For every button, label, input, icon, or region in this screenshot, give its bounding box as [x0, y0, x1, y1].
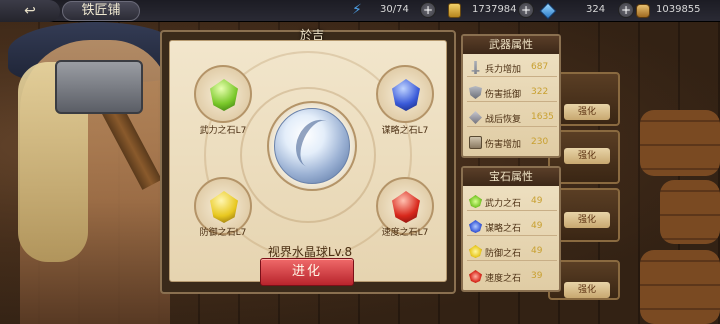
gem-resource: 324 +: [539, 2, 636, 20]
orb-swirl: [288, 112, 346, 176]
crystal-orb-icon: [274, 108, 350, 184]
book-icon: [469, 136, 482, 149]
back-button[interactable]: ↩: [0, 0, 60, 22]
gem-slot-strategy[interactable]: [376, 65, 434, 123]
gem-slot-label: 谋略之石L7: [381, 126, 429, 136]
add-energy-button[interactable]: +: [420, 2, 436, 18]
attribute-label: 战后恢复: [485, 115, 522, 125]
barrel: [660, 180, 720, 244]
red-gem-icon: [392, 191, 420, 223]
upgrade-button[interactable]: 强化: [564, 104, 610, 120]
panel-title: 宝石属性: [463, 168, 559, 186]
attribute-value: 49: [531, 246, 543, 256]
weapon-attributes-panel: 武器属性 兵力增加 687 伤害抵御 322 战后恢复 1635 伤害增加 23…: [461, 34, 561, 158]
gold-resource: 1737984 +: [448, 2, 538, 20]
barrel: [640, 110, 720, 176]
sword-icon: [471, 61, 480, 74]
dialog-body: 武力之石L7 谋略之石L7 防御之石L7 速度之石L7 视界水晶球Lv.8: [169, 40, 447, 282]
attribute-value: 49: [531, 196, 543, 206]
attribute-value: 230: [531, 137, 549, 147]
upgrade-button[interactable]: 强化: [564, 148, 610, 164]
attribute-value: 687: [531, 62, 549, 72]
attribute-label: 速度之石: [485, 274, 522, 284]
gem-slot-label: 速度之石L7: [381, 228, 429, 238]
hammer-head: [55, 60, 143, 114]
panel-title: 武器属性: [463, 36, 559, 54]
attribute-row: 速度之石 39: [467, 267, 557, 286]
attribute-row: 兵力增加 687: [467, 58, 557, 77]
crystal-orb-frame: [267, 101, 357, 191]
attribute-row: 伤害抵御 322: [467, 83, 557, 102]
attribute-label: 谋略之石: [485, 224, 522, 234]
diamond-icon: [539, 2, 557, 20]
yellow-gem-icon: [210, 191, 238, 223]
attribute-value: 322: [531, 87, 549, 97]
attribute-row: 战后恢复 1635: [467, 108, 557, 127]
attribute-label: 伤害抵御: [485, 90, 522, 100]
gold-value: 1737984: [472, 4, 517, 15]
item-value: 1039855: [656, 4, 701, 15]
attribute-value: 1635: [531, 112, 554, 122]
add-gem-button[interactable]: +: [618, 2, 634, 18]
coin-icon: [448, 3, 461, 18]
add-gold-button[interactable]: +: [518, 2, 534, 18]
attribute-row: 防御之石 49: [467, 242, 557, 261]
bag-icon: [636, 4, 650, 18]
energy-resource: ⚡ 30/74 +: [352, 2, 442, 20]
page-title: 铁匠铺: [62, 1, 140, 21]
blue-gem-icon: [469, 220, 482, 233]
attribute-label: 伤害增加: [485, 140, 522, 150]
barrel: [640, 250, 720, 324]
heal-icon: [469, 111, 482, 124]
attribute-row: 谋略之石 49: [467, 217, 557, 236]
red-gem-icon: [469, 270, 482, 283]
gem-slot-force[interactable]: [194, 65, 252, 123]
gem-dialog: 於吉 武力之石L7 谋略之石L7 防御之石L7 速度之石L7 视界水晶球Lv.8…: [160, 28, 456, 294]
green-gem-icon: [210, 79, 238, 111]
attribute-label: 兵力增加: [485, 65, 522, 75]
lightning-icon: ⚡: [352, 2, 362, 18]
top-bar: ↩ 铁匠铺 ⚡ 30/74 + 1737984 + 324 + 1039855: [0, 0, 720, 22]
energy-value: 30/74: [380, 4, 409, 15]
shield-icon: [469, 86, 482, 99]
green-gem-icon: [469, 195, 482, 208]
yellow-gem-icon: [469, 245, 482, 258]
attribute-row: 武力之石 49: [467, 192, 557, 211]
item-resource: 1039855: [636, 2, 720, 20]
gem-slot-label: 武力之石L7: [199, 126, 247, 136]
blue-gem-icon: [392, 79, 420, 111]
attribute-row: 伤害增加 230: [467, 133, 557, 152]
evolve-button[interactable]: 进化: [260, 258, 354, 286]
gem-attributes-panel: 宝石属性 武力之石 49 谋略之石 49 防御之石 49 速度之石 39: [461, 166, 561, 292]
attribute-label: 武力之石: [485, 199, 522, 209]
upgrade-button[interactable]: 强化: [564, 282, 610, 298]
gem-value: 324: [586, 4, 606, 15]
attribute-label: 防御之石: [485, 249, 522, 259]
attribute-value: 49: [531, 221, 543, 231]
attribute-value: 39: [531, 271, 543, 281]
upgrade-button[interactable]: 强化: [564, 212, 610, 228]
gem-slot-label: 防御之石L7: [199, 228, 247, 238]
